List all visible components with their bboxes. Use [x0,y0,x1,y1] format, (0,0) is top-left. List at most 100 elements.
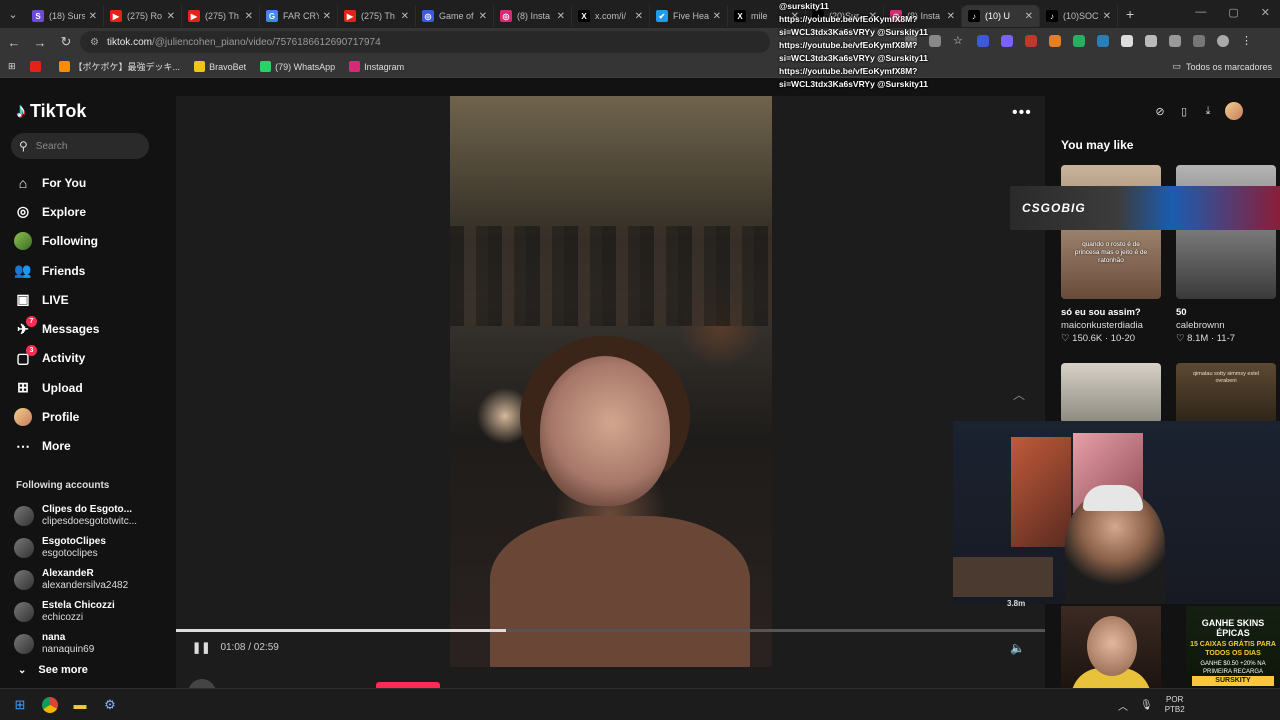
close-window-icon[interactable]: ✕ [1261,6,1270,19]
bookmark-item[interactable]: (79) WhatsApp [260,60,335,73]
sidebar-item-live[interactable]: ▣ LIVE [14,285,99,314]
site-info-icon[interactable]: ⚙ [90,37,99,48]
browser-tab[interactable]: G FAR CRY ✕ [260,5,338,27]
sidebar-item-upload[interactable]: ⊞ Upload [14,373,99,402]
pause-icon[interactable]: ❚❚ [192,641,210,654]
extension-box-icon[interactable] [1145,35,1157,47]
reading-list-icon[interactable] [1193,35,1205,47]
steam-icon[interactable]: ⚙ [100,695,120,715]
bookmark-star-icon[interactable]: ☆ [953,35,965,47]
account-names: Clipes do Esgoto... clipesdoesgototwitc..… [42,504,137,528]
reload-icon[interactable]: ↻ [54,34,78,50]
download-icon[interactable]: ⤓ [1201,104,1215,118]
extension-orange-icon[interactable] [1049,35,1061,47]
sidebar-item-for-you[interactable]: ⌂ For You [14,168,99,197]
bookmark-item[interactable]: BravoBet [194,60,246,73]
bookmark-item[interactable]: 【ポケポケ】最強デッキ... [58,60,180,73]
account-avatar [14,634,34,654]
sidebar-item-friends[interactable]: 👥 Friends [14,256,99,285]
search-input[interactable]: ⚲ Search [11,133,149,159]
chrome-icon[interactable] [40,695,60,715]
tab-close-icon[interactable]: ✕ [479,11,487,22]
extension-wave-icon[interactable] [1097,35,1109,47]
tab-close-icon[interactable]: ✕ [401,11,409,22]
following-account[interactable]: Estela Chicozzi echicozzi [14,596,137,628]
see-more-button[interactable]: ⌄ See more [18,664,88,676]
extension-green-icon[interactable] [1073,35,1085,47]
browser-tab[interactable]: S (18) Surs ✕ [26,5,104,27]
following-account[interactable]: Clipes do Esgoto... clipesdoesgototwitc..… [14,500,137,532]
extensions-puzzle-icon[interactable] [1169,35,1181,47]
tiktok-logo[interactable]: ♪ TikTok [16,100,86,123]
extension-diamond-icon[interactable] [1121,35,1133,47]
extension-badge-icon[interactable] [1025,35,1037,47]
suggestion-author[interactable]: maiconkusterdiadia [1061,319,1143,332]
suggestion-thumb-4[interactable]: qimatau sotty simmsy estel ovrabeni [1176,363,1276,423]
browser-tab[interactable]: ▶ (275) Th ✕ [338,5,416,27]
minimize-icon[interactable]: — [1195,6,1206,19]
more-options-icon[interactable]: ••• [1012,104,1032,122]
video-progress-bar[interactable] [176,629,1045,632]
back-icon[interactable]: ← [2,35,26,50]
apps-grid-icon[interactable]: ⊞ [8,61,16,72]
tab-close-icon[interactable]: ✕ [245,11,253,22]
all-bookmarks-button[interactable]: ▭ Todos os marcadores [1172,61,1272,72]
tab-close-icon[interactable]: ✕ [167,11,175,22]
chat-overlay-line: si=WCL3tdx3Ka6sVRYy @Surskity11 [779,53,928,63]
browser-tab[interactable]: ◎ Game of ✕ [416,5,494,27]
tab-close-icon[interactable]: ✕ [1103,11,1111,22]
browser-tab[interactable]: ◎ (8) Insta ✕ [494,5,572,27]
previous-video-icon[interactable]: ︿ [1013,386,1025,403]
extension-shield-icon[interactable] [977,35,989,47]
following-account[interactable]: EsgotoClipes esgotoclipes [14,532,137,564]
suggestion-thumb-3[interactable] [1061,363,1161,423]
volume-icon[interactable]: 🔈 [1010,641,1025,655]
windows-start-icon[interactable]: ⊞ [10,695,30,715]
tab-close-icon[interactable]: ✕ [323,11,331,22]
suggestion-title[interactable]: 50 [1176,306,1235,319]
address-bar[interactable]: ⚙ tiktok.com/@juliencohen_piano/video/75… [80,31,770,53]
forward-icon[interactable]: → [28,35,52,50]
bookmark-item[interactable]: Instagram [349,60,404,73]
sidebar-item-profile[interactable]: ● Profile [14,402,99,431]
bookmark-item[interactable] [29,60,45,73]
suggestion-author[interactable]: calebrownn [1176,319,1235,332]
compass-icon: ◎ [14,203,32,221]
compass-icon[interactable]: ⊘ [1153,104,1167,118]
sidebar-item-following[interactable]: ● Following [14,227,99,256]
following-account[interactable]: AlexandeR alexandersilva2482 [14,564,137,596]
browser-tab[interactable]: ▶ (275) Th ✕ [182,5,260,27]
following-account[interactable]: nana nanaquin69 [14,628,137,660]
browser-tab[interactable]: ♪ (10)SOC ✕ [1040,5,1118,27]
device-icon[interactable]: ▯ [1177,104,1191,118]
sidebar-item-more[interactable]: ⋯ More [14,432,99,461]
sidebar-item-activity[interactable]: ▢ 3 Activity [14,344,99,373]
profile-avatar-icon[interactable] [1217,35,1229,47]
tab-close-icon[interactable]: ✕ [1025,11,1033,22]
tab-search-icon[interactable]: ⌄ [0,0,26,28]
browser-tab[interactable]: ✔ Five Hea ✕ [650,5,728,27]
browser-tab[interactable]: ▶ (275) Ro ✕ [104,5,182,27]
browser-tab[interactable]: Xx.com/i/ ✕ [572,5,650,27]
language-indicator[interactable]: POR PTB2 [1165,695,1185,715]
file-explorer-icon[interactable]: ▬ [70,695,90,715]
tab-close-icon[interactable]: ✕ [89,11,97,22]
new-tab-button[interactable]: + [1126,6,1134,22]
extension-cloud-icon[interactable] [1001,35,1013,47]
browser-menu-icon[interactable]: ⋮ [1241,35,1253,47]
suggestion-title[interactable]: só eu sou assim? [1061,306,1143,319]
browser-tab[interactable]: ♪ (10) U ✕ [962,5,1040,27]
sidebar-item-messages[interactable]: ✈ 7 Messages [14,314,99,343]
nav-glyph: ⌂ [18,174,28,191]
tab-close-icon[interactable]: ✕ [635,11,643,22]
video-frame[interactable] [450,96,772,667]
sidebar-item-explore[interactable]: ◎ Explore [14,197,99,226]
microphone-icon[interactable]: 🎙 [1140,700,1153,711]
maximize-icon[interactable]: ▢ [1228,6,1238,19]
tab-close-icon[interactable]: ✕ [557,11,565,22]
nav-glyph: ◎ [16,203,30,220]
tray-expand-icon[interactable]: ︿ [1118,698,1128,713]
tab-close-icon[interactable]: ✕ [713,11,721,22]
stream-chat-overlay: @surskity11 https://youtube.be/vfEoKymfX8… [779,0,949,91]
user-avatar[interactable] [1225,102,1243,120]
